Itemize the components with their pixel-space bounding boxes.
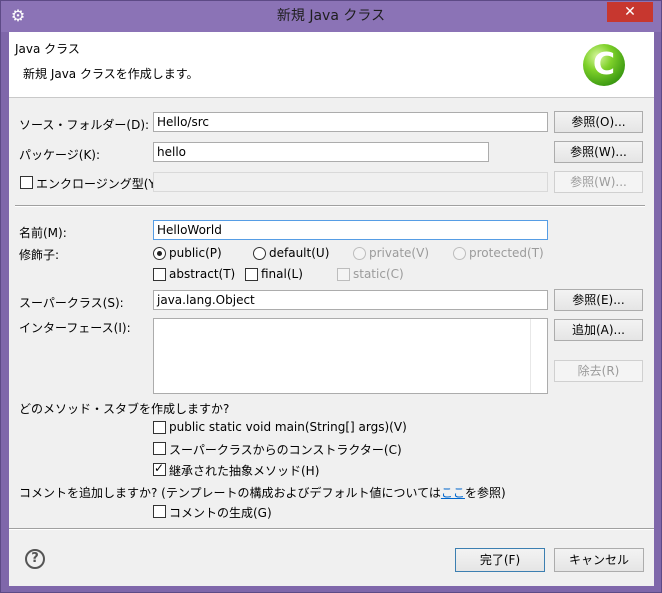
generate-comments-checkbox[interactable]: [153, 505, 166, 518]
class-name-label: 名前(M):: [19, 226, 67, 240]
public-radio-label: public(P): [169, 246, 222, 260]
java-class-logo-icon: C: [583, 44, 625, 86]
wizard-banner: Java クラス 新規 Java クラスを作成します。 C: [9, 32, 654, 98]
static-checkbox[interactable]: [337, 268, 350, 281]
superclass-browse-button[interactable]: 参照(E)...: [554, 289, 643, 311]
banner-description: 新規 Java クラスを作成します。: [23, 67, 199, 81]
package-input[interactable]: hello: [153, 142, 489, 162]
abstract-checkbox[interactable]: [153, 268, 166, 281]
constructors-checkbox[interactable]: [153, 442, 166, 455]
title-bar: ⚙ 新規 Java クラス ✕: [1, 1, 661, 32]
source-folder-input[interactable]: Hello/src: [153, 112, 548, 132]
remove-interface-button[interactable]: 除去(R): [554, 360, 643, 382]
close-button[interactable]: ✕: [607, 2, 653, 22]
protected-radio-label: protected(T): [469, 246, 544, 260]
superclass-input[interactable]: java.lang.Object: [153, 290, 548, 310]
source-folder-label: ソース・フォルダー(D):: [19, 118, 150, 132]
private-radio[interactable]: [353, 247, 366, 260]
main-method-checkbox[interactable]: [153, 421, 166, 434]
dialog-window: ⚙ 新規 Java クラス ✕ Java クラス 新規 Java クラスを作成し…: [0, 0, 662, 593]
enclosing-type-checkbox[interactable]: [20, 176, 33, 189]
finish-button[interactable]: 完了(F): [455, 548, 545, 572]
default-radio-label: default(U): [269, 246, 330, 260]
modifiers-label: 修飾子:: [19, 248, 60, 262]
footer-separator: [9, 528, 654, 530]
public-radio[interactable]: [153, 247, 166, 260]
default-radio[interactable]: [253, 247, 266, 260]
inherited-abstract-methods-label: 継承された抽象メソッド(H): [169, 464, 320, 478]
package-browse-button[interactable]: 参照(W)...: [554, 141, 643, 163]
final-checkbox[interactable]: [245, 268, 258, 281]
cancel-button[interactable]: キャンセル: [554, 548, 644, 572]
private-radio-label: private(V): [369, 246, 429, 260]
interfaces-list[interactable]: [153, 318, 548, 394]
abstract-checkbox-label: abstract(T): [169, 267, 236, 281]
method-stubs-question: どのメソッド・スタブを作成しますか?: [19, 402, 230, 416]
separator: [15, 205, 645, 207]
static-checkbox-label: static(C): [353, 267, 404, 281]
generate-comments-label: コメントの生成(G): [169, 506, 272, 520]
class-name-input[interactable]: HelloWorld: [153, 220, 548, 240]
enclosing-type-input[interactable]: [153, 172, 548, 192]
add-interface-button[interactable]: 追加(A)...: [554, 319, 643, 341]
comments-question-prefix: コメントを追加しますか? (テンプレートの構成およびデフォルト値については: [19, 486, 441, 500]
superclass-label: スーパークラス(S):: [19, 296, 124, 310]
dialog-client: Java クラス 新規 Java クラスを作成します。 C ソース・フォルダー(…: [9, 32, 654, 586]
window-title: 新規 Java クラス: [276, 8, 386, 24]
help-icon[interactable]: ?: [25, 549, 45, 569]
main-method-label: public static void main(String[] args)(V…: [169, 420, 407, 434]
inherited-abstract-methods-checkbox[interactable]: [153, 461, 166, 476]
final-checkbox-label: final(L): [261, 267, 303, 281]
comments-question-suffix: を参照): [464, 486, 506, 500]
templates-link[interactable]: ここ: [441, 486, 465, 500]
enclosing-type-label: エンクロージング型(Y):: [36, 177, 165, 191]
interfaces-label: インターフェース(I):: [19, 321, 131, 335]
comments-question: コメントを追加しますか? (テンプレートの構成およびデフォルト値についてはここを…: [19, 484, 506, 501]
protected-radio[interactable]: [453, 247, 466, 260]
banner-title: Java クラス: [15, 42, 80, 56]
constructors-label: スーパークラスからのコンストラクター(C): [169, 443, 402, 457]
package-label: パッケージ(K):: [19, 148, 101, 162]
source-folder-browse-button[interactable]: 参照(O)...: [554, 111, 643, 133]
interfaces-list-scrollbar[interactable]: [530, 319, 547, 393]
enclosing-type-browse-button[interactable]: 参照(W)...: [554, 171, 643, 193]
